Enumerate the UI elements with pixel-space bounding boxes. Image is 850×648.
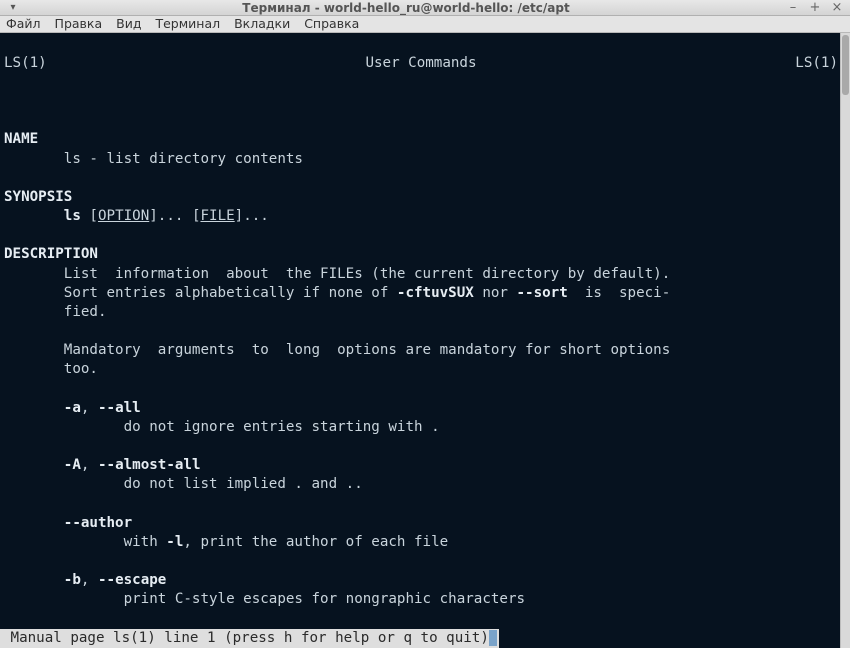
desc-line: Sort entries alphabetically if none of -… — [4, 285, 670, 301]
man-header-right: LS(1) — [795, 54, 838, 73]
opt-desc-text: , print the author of each file — [183, 534, 448, 550]
option-line: --author — [4, 515, 132, 531]
syn-file: FILE — [200, 208, 234, 224]
opt-sep: , — [81, 457, 98, 473]
desc-line: too. — [4, 361, 98, 377]
man-header-center: User Commands — [47, 54, 796, 73]
menu-view[interactable]: Вид — [116, 16, 141, 31]
syn-text: ]... — [235, 208, 269, 224]
maximize-button[interactable]: + — [808, 0, 822, 15]
blank-line — [4, 93, 13, 109]
terminal-container: LS(1)User CommandsLS(1) NAME ls - list d… — [0, 33, 850, 648]
menu-tabs[interactable]: Вкладки — [234, 16, 290, 31]
desc-line: fied. — [4, 304, 107, 320]
syn-text: ]... [ — [149, 208, 200, 224]
minimize-button[interactable]: – — [786, 0, 800, 15]
blank-line — [4, 112, 13, 128]
opt-indent — [4, 457, 64, 473]
desc-text: nor — [474, 285, 517, 301]
window-title: Терминал - world-hello_ru@world-hello: /… — [26, 1, 786, 15]
blank-line — [4, 438, 13, 454]
window-controls: – + × — [786, 0, 844, 15]
vertical-scrollbar[interactable] — [840, 33, 850, 648]
opt-indent — [4, 400, 64, 416]
opt-long: --author — [64, 515, 132, 531]
terminal-output[interactable]: LS(1)User CommandsLS(1) NAME ls - list d… — [0, 33, 840, 648]
desc-text: Sort entries alphabetically if none of — [4, 285, 397, 301]
menubar: Файл Правка Вид Терминал Вкладки Справка — [0, 16, 850, 32]
desc-text: is speci‐ — [568, 285, 671, 301]
opt-desc-text: with — [4, 534, 166, 550]
blank-line — [4, 496, 13, 512]
menu-edit[interactable]: Правка — [55, 16, 103, 31]
opt-desc-flag: -l — [166, 534, 183, 550]
menu-help[interactable]: Справка — [304, 16, 359, 31]
option-desc: with -l, print the author of each file — [4, 534, 448, 550]
opt-sep: , — [81, 572, 98, 588]
opt-short: -A — [64, 457, 81, 473]
synopsis-line: ls [OPTION]... [FILE]... — [4, 208, 269, 224]
man-header-row: LS(1)User CommandsLS(1) — [4, 54, 838, 73]
man-status-line: Manual page ls(1) line 1 (press h for he… — [0, 629, 499, 648]
blank-line — [4, 381, 13, 397]
section-name-heading: NAME — [4, 131, 38, 147]
desc-flag: -cftuvSUX — [397, 285, 474, 301]
syn-indent — [4, 208, 64, 224]
menu-file[interactable]: Файл — [6, 16, 41, 31]
opt-long: --escape — [98, 572, 166, 588]
desc-line: Mandatory arguments to long options are … — [4, 342, 670, 358]
syn-text: [ — [81, 208, 98, 224]
blank-line — [4, 323, 13, 339]
opt-short: -b — [64, 572, 81, 588]
section-synopsis-heading: SYNOPSIS — [4, 189, 72, 205]
blank-line — [4, 553, 13, 569]
section-description-heading: DESCRIPTION — [4, 246, 98, 262]
option-desc: print C-style escapes for nongraphic cha… — [4, 591, 525, 607]
man-header-left: LS(1) — [4, 54, 47, 73]
status-text: Manual page ls(1) line 1 (press h for he… — [2, 630, 489, 646]
name-line: ls - list directory contents — [4, 151, 303, 167]
opt-sep: , — [81, 400, 98, 416]
blank-line — [4, 227, 13, 243]
close-button[interactable]: × — [830, 0, 844, 15]
syn-option: OPTION — [98, 208, 149, 224]
opt-long: --almost-all — [98, 457, 201, 473]
window-menu-icon[interactable]: ▾ — [6, 1, 20, 15]
option-line: -a, --all — [4, 400, 141, 416]
desc-line: List information about the FILEs (the cu… — [4, 266, 670, 282]
cursor-icon — [489, 630, 498, 646]
option-line: -b, --escape — [4, 572, 166, 588]
blank-line — [4, 170, 13, 186]
option-line: -A, --almost-all — [4, 457, 200, 473]
opt-indent — [4, 572, 64, 588]
window-titlebar: ▾ Терминал - world-hello_ru@world-hello:… — [0, 0, 850, 16]
desc-flag: --sort — [517, 285, 568, 301]
syn-cmd: ls — [64, 208, 81, 224]
option-desc: do not ignore entries starting with . — [4, 419, 440, 435]
opt-short: -a — [64, 400, 81, 416]
scrollbar-thumb[interactable] — [842, 35, 849, 95]
opt-indent — [4, 515, 64, 531]
option-desc: do not list implied . and .. — [4, 476, 363, 492]
opt-long: --all — [98, 400, 141, 416]
menu-terminal[interactable]: Терминал — [155, 16, 220, 31]
